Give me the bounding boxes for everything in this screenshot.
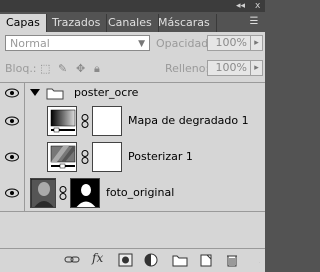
- expand-triangle-icon[interactable]: [30, 89, 40, 97]
- layer-row-foto-original[interactable]: foto_original: [0, 175, 265, 212]
- visibility-toggle[interactable]: [0, 83, 25, 103]
- add-mask-icon[interactable]: [118, 253, 134, 267]
- close-panel-icon[interactable]: x: [255, 1, 260, 11]
- tab-canales[interactable]: Canales: [102, 14, 159, 32]
- mask-link-icon[interactable]: [59, 186, 67, 200]
- adjustment-layer-icon[interactable]: [144, 253, 160, 267]
- blend-mode-select[interactable]: Normal ▼: [5, 35, 150, 51]
- visibility-toggle[interactable]: [0, 175, 25, 211]
- photo-thumbnail: [30, 178, 56, 208]
- lock-transparency-icon[interactable]: ⬚: [40, 62, 50, 75]
- visibility-toggle[interactable]: [0, 139, 25, 175]
- eye-icon: [5, 152, 19, 162]
- new-group-icon[interactable]: [172, 253, 188, 267]
- lock-label: Bloq.:: [5, 62, 37, 75]
- panel-tabs: Capas Trazados Canales Máscaras ☰: [0, 12, 265, 32]
- fill-label: Relleno:: [165, 62, 210, 75]
- layers-body: Normal ▼ Opacidad: 100% ▸ Bloq.: ⬚ ✎ ✥ 🔒…: [0, 32, 265, 272]
- mask-link-icon[interactable]: [81, 114, 89, 128]
- layer-mask-thumbnail[interactable]: [92, 142, 122, 172]
- layer-name: Mapa de degradado 1: [128, 114, 249, 127]
- mask-link-icon[interactable]: [81, 150, 89, 164]
- lock-pixels-icon[interactable]: ✎: [58, 62, 67, 75]
- layer-mask-thumbnail[interactable]: [70, 178, 100, 208]
- lock-position-icon[interactable]: ✥: [76, 62, 85, 75]
- layer-name: foto_original: [106, 186, 175, 199]
- folder-icon: [46, 88, 64, 100]
- layer-mask-thumbnail[interactable]: [92, 106, 122, 136]
- opacity-slider-icon[interactable]: ▸: [250, 35, 263, 51]
- layers-bottom-toolbar: fx: [0, 248, 265, 272]
- blend-mode-value: Normal: [10, 37, 50, 50]
- gradient-map-thumbnail: [47, 106, 77, 136]
- fill-slider-icon[interactable]: ▸: [250, 60, 263, 76]
- eye-icon: [5, 188, 19, 198]
- layer-row-posterizar[interactable]: Posterizar 1: [0, 139, 265, 176]
- tab-capas[interactable]: Capas: [0, 14, 47, 32]
- tab-mascaras[interactable]: Máscaras: [152, 14, 217, 32]
- chevron-down-icon: ▼: [138, 39, 145, 49]
- eye-icon: [5, 116, 19, 126]
- collapse-panel-icon[interactable]: ◂◂: [236, 1, 245, 11]
- tab-trazados[interactable]: Trazados: [46, 14, 108, 32]
- panel-menu-icon[interactable]: ☰: [247, 15, 261, 29]
- visibility-toggle[interactable]: [0, 103, 25, 139]
- new-layer-icon[interactable]: [198, 253, 214, 267]
- layers-panel: ◂◂ x Capas Trazados Canales Máscaras ☰ N…: [0, 0, 265, 272]
- fill-field[interactable]: 100%: [207, 60, 251, 76]
- posterize-thumbnail: [47, 142, 77, 172]
- fx-icon[interactable]: fx: [92, 251, 108, 265]
- panel-title-strip: ◂◂ x: [0, 0, 265, 12]
- layer-row-poster-ocre[interactable]: poster_ocre: [0, 83, 265, 104]
- eye-icon: [5, 88, 19, 98]
- opacity-label: Opacidad:: [156, 37, 212, 50]
- blend-opacity-row: Normal ▼ Opacidad: 100% ▸: [0, 32, 265, 56]
- link-layers-icon[interactable]: [64, 253, 80, 267]
- layer-name: Posterizar 1: [128, 150, 193, 163]
- opacity-field[interactable]: 100%: [207, 35, 251, 51]
- layer-name: poster_ocre: [74, 86, 139, 99]
- resize-grip-icon[interactable]: [248, 249, 264, 263]
- lock-all-icon[interactable]: 🔒︎: [94, 62, 100, 76]
- layers-list: poster_ocre Mapa de degradado 1 Posteriz…: [0, 82, 265, 249]
- layer-row-mapa-degradado[interactable]: Mapa de degradado 1: [0, 103, 265, 140]
- delete-layer-icon[interactable]: [224, 253, 240, 267]
